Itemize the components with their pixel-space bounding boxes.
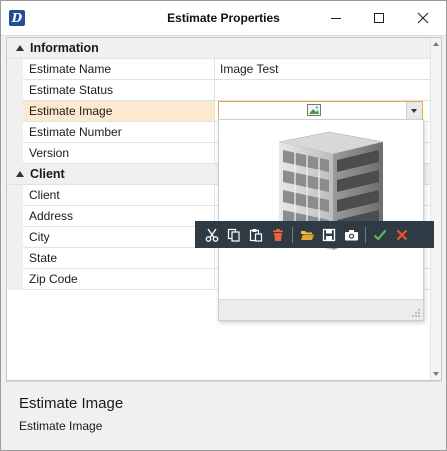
property-name: Estimate Image (23, 101, 215, 121)
row-gutter (7, 269, 23, 290)
cut-button[interactable] (201, 224, 223, 246)
save-icon (322, 228, 336, 241)
maximize-button[interactable] (361, 1, 397, 35)
cancel-button[interactable] (391, 224, 413, 246)
category-information[interactable]: Information (7, 38, 431, 59)
row-gutter (7, 143, 23, 164)
row-gutter (7, 206, 23, 227)
dropdown-button[interactable] (406, 102, 422, 119)
minimize-button[interactable] (318, 1, 354, 35)
close-icon (417, 12, 429, 24)
scroll-down-icon[interactable] (433, 372, 439, 376)
paste-icon (249, 228, 263, 242)
resize-grip-icon[interactable] (412, 309, 420, 317)
category-label: Information (30, 41, 99, 55)
row-gutter (7, 227, 23, 248)
copy-button[interactable] (223, 224, 245, 246)
close-button[interactable] (405, 1, 441, 35)
property-row-estimate-status[interactable]: Estimate Status (7, 80, 431, 101)
property-row-estimate-name[interactable]: Estimate Name Image Test (7, 59, 431, 80)
delete-button[interactable] (267, 224, 289, 246)
camera-icon (344, 229, 358, 240)
property-grid-panel: Information Estimate Name Image Test Est… (6, 37, 442, 381)
description-text: Estimate Image (19, 419, 103, 433)
scroll-up-icon[interactable] (433, 42, 439, 46)
accept-icon (373, 229, 387, 241)
maximize-icon (374, 13, 384, 23)
copy-icon (227, 228, 240, 242)
row-gutter (7, 80, 23, 101)
open-button[interactable] (296, 224, 318, 246)
category-label: Client (30, 167, 65, 181)
description-panel: Estimate Image Estimate Image (6, 381, 440, 446)
image-popup (218, 119, 424, 321)
property-name: Estimate Number (23, 122, 215, 142)
paste-button[interactable] (245, 224, 267, 246)
popup-footer (219, 299, 423, 320)
property-name: Client (23, 185, 215, 205)
cut-icon (205, 228, 219, 242)
image-toolbar (195, 221, 434, 248)
row-gutter (7, 185, 23, 206)
estimate-image-editor[interactable] (218, 101, 423, 120)
image-icon (307, 104, 321, 116)
row-gutter (7, 101, 23, 122)
property-name: Estimate Status (23, 80, 215, 100)
save-button[interactable] (318, 224, 340, 246)
collapse-icon[interactable] (16, 45, 24, 51)
collapse-icon[interactable] (16, 171, 24, 177)
open-folder-icon (300, 230, 314, 240)
title-bar: D Estimate Properties (1, 1, 446, 36)
property-value[interactable]: Image Test (216, 59, 431, 79)
toolbar-separator (365, 226, 366, 243)
property-name: Address (23, 206, 215, 226)
property-name: Zip Code (23, 269, 215, 289)
row-gutter (7, 122, 23, 143)
row-gutter (7, 59, 23, 80)
row-gutter (7, 248, 23, 269)
property-name: State (23, 248, 215, 268)
property-value[interactable] (216, 80, 431, 100)
toolbar-separator (292, 226, 293, 243)
minimize-icon (331, 18, 341, 19)
property-name: City (23, 227, 215, 247)
description-title: Estimate Image (19, 395, 124, 412)
property-name: Estimate Name (23, 59, 215, 79)
vertical-scrollbar[interactable] (430, 38, 441, 380)
property-name: Version (23, 143, 215, 163)
cancel-icon (396, 229, 408, 240)
accept-button[interactable] (369, 224, 391, 246)
estimate-properties-window: D Estimate Properties Information Estima… (0, 0, 447, 451)
delete-icon (273, 228, 283, 241)
camera-button[interactable] (340, 224, 362, 246)
